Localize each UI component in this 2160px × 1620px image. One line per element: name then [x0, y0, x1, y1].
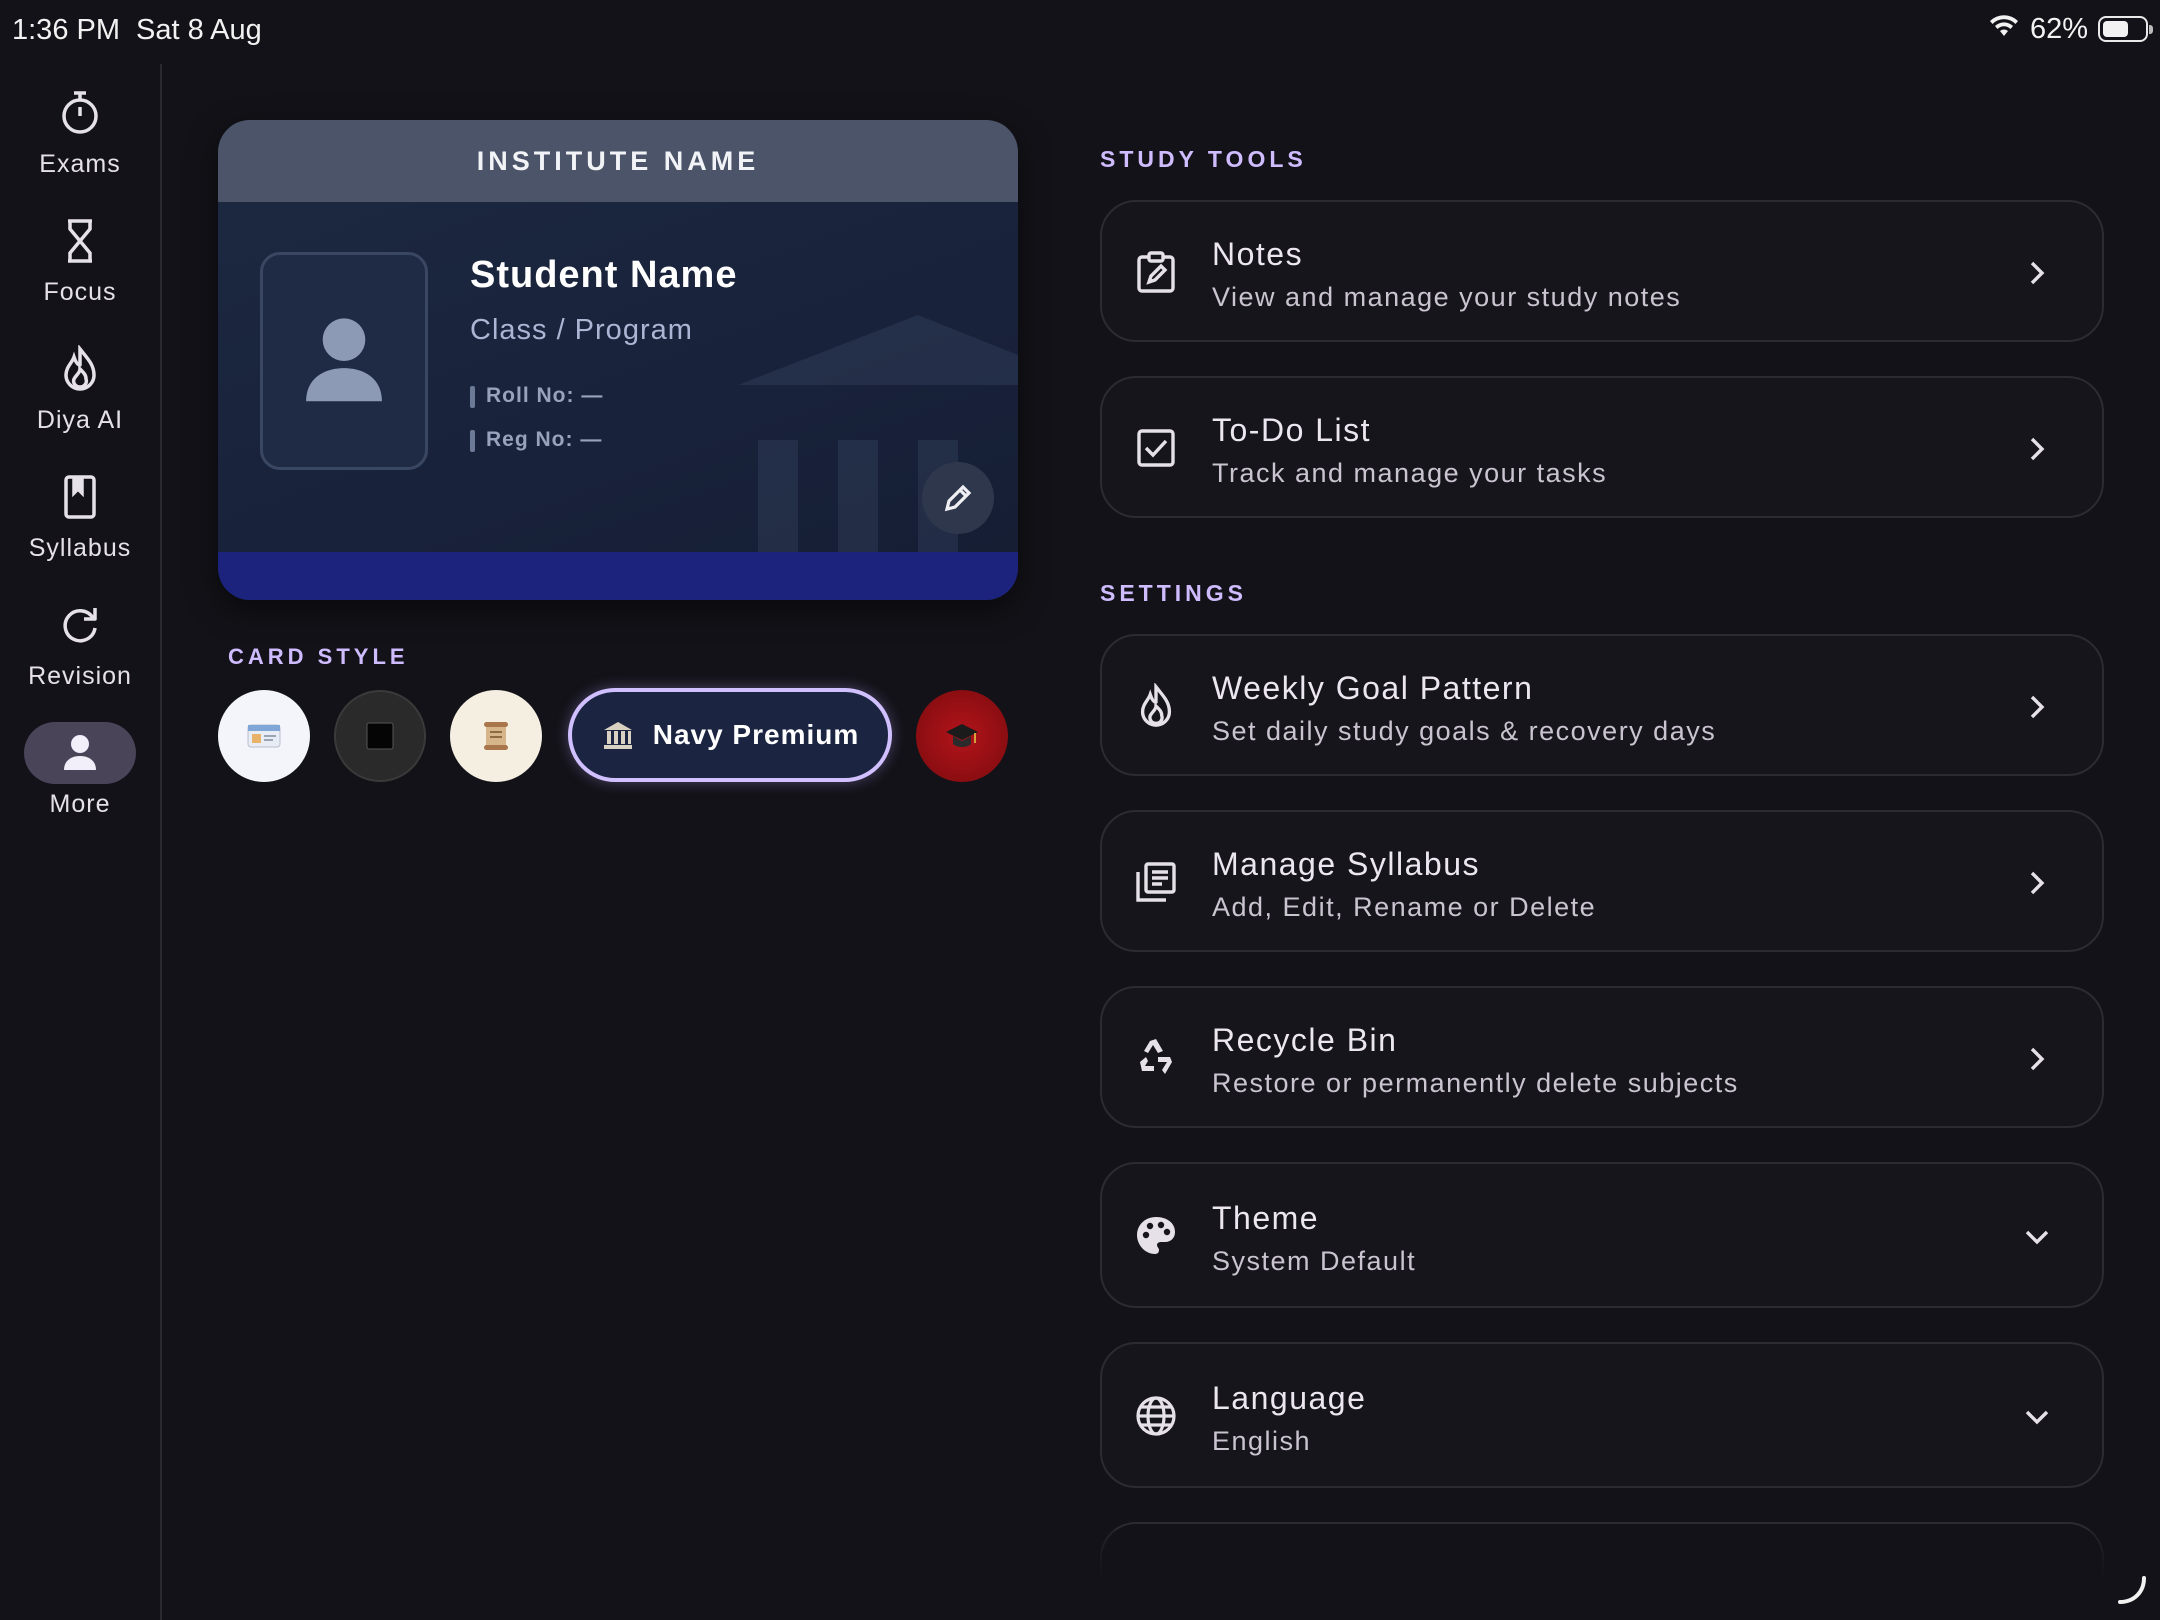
chevron-down-icon — [2022, 1402, 2052, 1432]
student-id-card: INSTITUTE NAME Student Name Class / Prog… — [218, 120, 1018, 600]
wifi-icon — [1988, 12, 2020, 46]
chevron-right-icon — [2022, 434, 2052, 464]
manage-syllabus-subtitle: Add, Edit, Rename or Delete — [1212, 892, 1597, 922]
nav-label-syllabus: Syllabus — [28, 534, 132, 562]
battery-percent: 62% — [2029, 12, 2088, 45]
recycle-icon — [1132, 1034, 1180, 1082]
language-title: Language — [1212, 1380, 1367, 1416]
manage-syllabus-title: Manage Syllabus — [1212, 846, 1480, 882]
edit-card-button[interactable] — [922, 462, 994, 534]
nav-item-revision[interactable]: Revision — [0, 594, 160, 714]
nav-label-exams: Exams — [39, 150, 121, 178]
status-indicators: 62% — [1988, 12, 2153, 46]
scroll-fade — [1090, 1530, 2120, 1620]
student-program: Class / Program — [470, 314, 693, 346]
flame-icon — [24, 338, 136, 400]
navigation-rail: Exams Focus Diya AI Syllabus Revision Mo… — [0, 64, 162, 1620]
weekly-goal-subtitle: Set daily study goals & recovery days — [1212, 716, 1717, 746]
palette-icon — [1132, 1212, 1180, 1260]
nav-label-diya-ai: Diya AI — [36, 406, 124, 434]
recycle-bin-row[interactable]: Recycle Bin Restore or permanently delet… — [1100, 986, 2104, 1128]
card-style-option-maroon[interactable] — [916, 690, 1008, 782]
chevron-right-icon — [2022, 1044, 2052, 1074]
todo-list-row[interactable]: To-Do List Track and manage your tasks — [1100, 376, 2104, 518]
card-institute-name: INSTITUTE NAME — [218, 120, 1018, 202]
id-card-icon — [247, 724, 281, 748]
scroll-icon — [484, 722, 508, 750]
nav-label-more: More — [49, 790, 111, 818]
selected-style-label: Navy Premium — [652, 719, 860, 750]
black-square-icon — [366, 722, 394, 750]
nav-item-exams[interactable]: Exams — [0, 82, 160, 202]
flame-icon — [1132, 682, 1180, 730]
timer-icon — [24, 82, 136, 144]
todo-list-title: To-Do List — [1212, 412, 1372, 448]
card-style-label: CARD STYLE — [228, 644, 409, 669]
recycle-bin-title: Recycle Bin — [1212, 1022, 1398, 1058]
language-row[interactable]: Language English — [1100, 1342, 2104, 1488]
checkbox-icon — [1132, 424, 1180, 472]
notes-subtitle: View and manage your study notes — [1212, 282, 1682, 312]
chevron-right-icon — [2022, 868, 2052, 898]
theme-value: System Default — [1212, 1246, 1417, 1276]
card-style-option-navy-premium[interactable]: Navy Premium — [568, 688, 892, 782]
chevron-right-icon — [2022, 692, 2052, 722]
bank-icon — [603, 722, 632, 749]
notes-icon — [1132, 248, 1180, 296]
study-tools-label: STUDY TOOLS — [1100, 146, 1307, 172]
theme-row[interactable]: Theme System Default — [1100, 1162, 2104, 1308]
status-bar: 1:36 PM Sat 8 Aug 62% — [0, 0, 2160, 64]
nav-label-focus: Focus — [43, 278, 117, 306]
notes-title: Notes — [1212, 236, 1304, 272]
battery-icon — [2098, 16, 2153, 42]
theme-title: Theme — [1212, 1200, 1320, 1236]
hourglass-icon — [24, 210, 136, 272]
recycle-bin-subtitle: Restore or permanently delete subjects — [1212, 1068, 1739, 1098]
status-time: 1:36 PM — [12, 14, 120, 46]
resize-handle-icon[interactable] — [2116, 1574, 2148, 1606]
status-date: Sat 8 Aug — [136, 14, 262, 46]
roll-number: Roll No: — — [470, 384, 603, 408]
library-books-icon — [1132, 858, 1180, 906]
chevron-right-icon — [2022, 258, 2052, 288]
book-icon — [24, 466, 136, 528]
settings-label: SETTINGS — [1100, 580, 1248, 606]
student-name: Student Name — [470, 254, 738, 296]
chevron-down-icon — [2022, 1222, 2052, 1252]
graduation-cap-icon — [946, 724, 978, 747]
nav-item-focus[interactable]: Focus — [0, 210, 160, 330]
student-photo-placeholder[interactable] — [260, 252, 428, 470]
manage-syllabus-row[interactable]: Manage Syllabus Add, Edit, Rename or Del… — [1100, 810, 2104, 952]
battery-fill — [2103, 21, 2128, 37]
nav-label-revision: Revision — [28, 662, 132, 690]
card-footer-bar — [218, 552, 1018, 600]
nav-item-diya-ai[interactable]: Diya AI — [0, 338, 160, 458]
person-icon — [24, 722, 136, 784]
registration-number: Reg No: — — [470, 428, 602, 452]
nav-item-syllabus[interactable]: Syllabus — [0, 466, 160, 586]
notes-row[interactable]: Notes View and manage your study notes — [1100, 200, 2104, 342]
globe-icon — [1132, 1392, 1180, 1440]
weekly-goal-pattern-row[interactable]: Weekly Goal Pattern Set daily study goal… — [1100, 634, 2104, 776]
card-style-option-black[interactable] — [334, 690, 426, 782]
card-style-option-scroll[interactable] — [450, 690, 542, 782]
nav-item-more[interactable]: More — [0, 722, 160, 842]
weekly-goal-title: Weekly Goal Pattern — [1212, 670, 1534, 706]
pencil-icon — [944, 484, 972, 512]
card-style-option-classic[interactable] — [218, 690, 310, 782]
todo-list-subtitle: Track and manage your tasks — [1212, 458, 1608, 488]
language-value: English — [1212, 1426, 1312, 1456]
refresh-icon — [24, 594, 136, 656]
person-icon — [306, 318, 382, 402]
